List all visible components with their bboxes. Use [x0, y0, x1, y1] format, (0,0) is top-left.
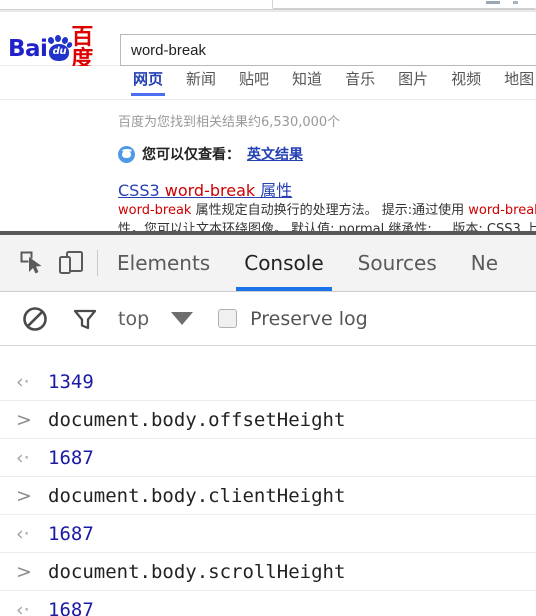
search-input[interactable] — [121, 35, 536, 65]
devtools-tab-strip: Elements Console Sources Ne — [109, 235, 506, 291]
console-row: ‹· 1349 — [0, 363, 536, 401]
console-row-text: document.body.scrollHeight — [48, 560, 346, 583]
console-row-text: 1349 — [48, 370, 94, 393]
console-output[interactable]: ‹· 1349 > document.body.offsetHeight ‹· … — [0, 346, 536, 616]
tab-sources[interactable]: Sources — [350, 235, 445, 291]
console-filter-bar: top Preserve log — [0, 292, 536, 346]
result-title-highlight: word-break — [164, 181, 256, 200]
search-results: 百度为您找到相关结果约6,530,000个 您可以仅查看： 英文结果 CSS3 … — [0, 100, 536, 231]
console-prompt-icon: > — [16, 484, 32, 507]
nav-tab-zhidao[interactable]: 知道 — [292, 66, 322, 93]
logo-chinese-text: 百度 — [71, 25, 94, 72]
tab-network[interactable]: Ne — [463, 235, 506, 291]
logo-bai-text: Bai — [8, 35, 48, 62]
console-row: ‹· 1687 — [0, 515, 536, 553]
tab-console[interactable]: Console — [236, 235, 333, 291]
preserve-log-checkbox[interactable] — [218, 309, 238, 328]
omnibox-icon-a — [486, 1, 500, 4]
console-return-icon: ‹· — [16, 370, 30, 393]
console-row[interactable]: > document.body.offsetHeight — [0, 401, 536, 439]
snippet-text-1: 属性规定自动换行的处理方法。 提示:通过使用 — [191, 203, 469, 218]
english-only-label: 您可以仅查看： — [142, 147, 240, 163]
console-return-icon: ‹· — [16, 446, 30, 469]
logo-du-text: du — [52, 46, 67, 57]
nav-tab-web[interactable]: 网页 — [130, 66, 166, 96]
console-return-icon: ‹· — [16, 598, 30, 616]
omnibox-icon-b — [513, 1, 518, 4]
result-title-post: 属性 — [255, 181, 293, 200]
tab-elements[interactable]: Elements — [109, 235, 218, 291]
web-page-viewport: Bai du 百度 网页 新闻 贴吧 知道 音乐 图片 视频 — [0, 12, 536, 231]
console-row-text: document.body.clientHeight — [48, 484, 346, 507]
console-context-selector[interactable]: top — [118, 308, 149, 330]
browser-chrome-strip — [0, 0, 536, 12]
result-item: CSS3 word-break 属性 word-break 属性规定自动换行的处… — [118, 180, 536, 231]
console-row: ‹· 1687 — [0, 439, 536, 477]
console-row[interactable]: > document.body.scrollHeight — [0, 553, 536, 591]
preserve-log-label: Preserve log — [250, 307, 368, 330]
console-row-text: 1687 — [48, 522, 94, 545]
screenshot-root: Bai du 百度 网页 新闻 贴吧 知道 音乐 图片 视频 — [0, 0, 536, 616]
console-row-text: 1687 — [48, 598, 94, 616]
baidu-header: Bai du 百度 — [0, 12, 536, 71]
nav-tab-maps[interactable]: 地图 — [504, 66, 534, 93]
devtools-panel: Elements Console Sources Ne top Preserve… — [0, 231, 536, 616]
device-toolbar-icon[interactable] — [52, 244, 90, 282]
nav-tab-video[interactable]: 视频 — [451, 66, 481, 93]
clear-console-icon[interactable] — [16, 300, 54, 338]
console-row[interactable]: > document.body.clientHeight — [0, 477, 536, 515]
result-title-link[interactable]: CSS3 word-break 属性 — [118, 181, 292, 200]
baidu-nav-tabs: 网页 新闻 贴吧 知道 音乐 图片 视频 地图 — [0, 66, 536, 100]
english-only-row: 您可以仅查看： 英文结果 — [118, 144, 536, 164]
console-prompt-icon: > — [16, 560, 32, 583]
baidu-paw-badge-icon — [118, 145, 135, 163]
baidu-logo[interactable]: Bai du 百度 — [8, 27, 112, 71]
snippet-highlight-1: word-break — [118, 203, 192, 218]
nav-tab-tieba[interactable]: 贴吧 — [239, 66, 269, 93]
console-row: ‹· 1687 — [0, 591, 536, 616]
inspect-element-icon[interactable] — [14, 244, 52, 282]
console-row-text: 1687 — [48, 446, 94, 469]
filter-funnel-icon[interactable] — [66, 300, 104, 338]
paw-print-icon: du — [46, 34, 74, 62]
nav-tab-news[interactable]: 新闻 — [186, 66, 216, 93]
english-only-link[interactable]: 英文结果 — [247, 144, 303, 164]
console-row-partial — [0, 346, 536, 363]
console-return-icon: ‹· — [16, 522, 30, 545]
console-row-text: document.body.offsetHeight — [48, 408, 346, 431]
toolbar-divider — [97, 250, 98, 276]
devtools-toolbar: Elements Console Sources Ne — [0, 235, 536, 292]
result-snippet: word-break 属性规定自动换行的处理方法。 提示:通过使用 word-b… — [118, 201, 536, 231]
console-row-partial-text — [64, 351, 75, 363]
console-prompt-icon: > — [16, 408, 32, 431]
result-count-text: 百度为您找到相关结果约6,530,000个 — [118, 115, 341, 130]
result-title-pre: CSS3 — [118, 181, 165, 200]
search-box[interactable] — [120, 34, 536, 66]
nav-tab-images[interactable]: 图片 — [398, 66, 428, 93]
result-snippet-line-1: word-break 属性规定自动换行的处理方法。 提示:通过使用 word-b… — [118, 201, 536, 220]
chevron-down-icon[interactable] — [171, 312, 194, 325]
nav-tab-music[interactable]: 音乐 — [345, 66, 375, 93]
result-snippet-line-2: 性，您可以让文本环绕图像。 默认值: normal 继承性: ... 版本: C… — [118, 222, 536, 231]
snippet-highlight-2: word-break — [468, 203, 536, 218]
